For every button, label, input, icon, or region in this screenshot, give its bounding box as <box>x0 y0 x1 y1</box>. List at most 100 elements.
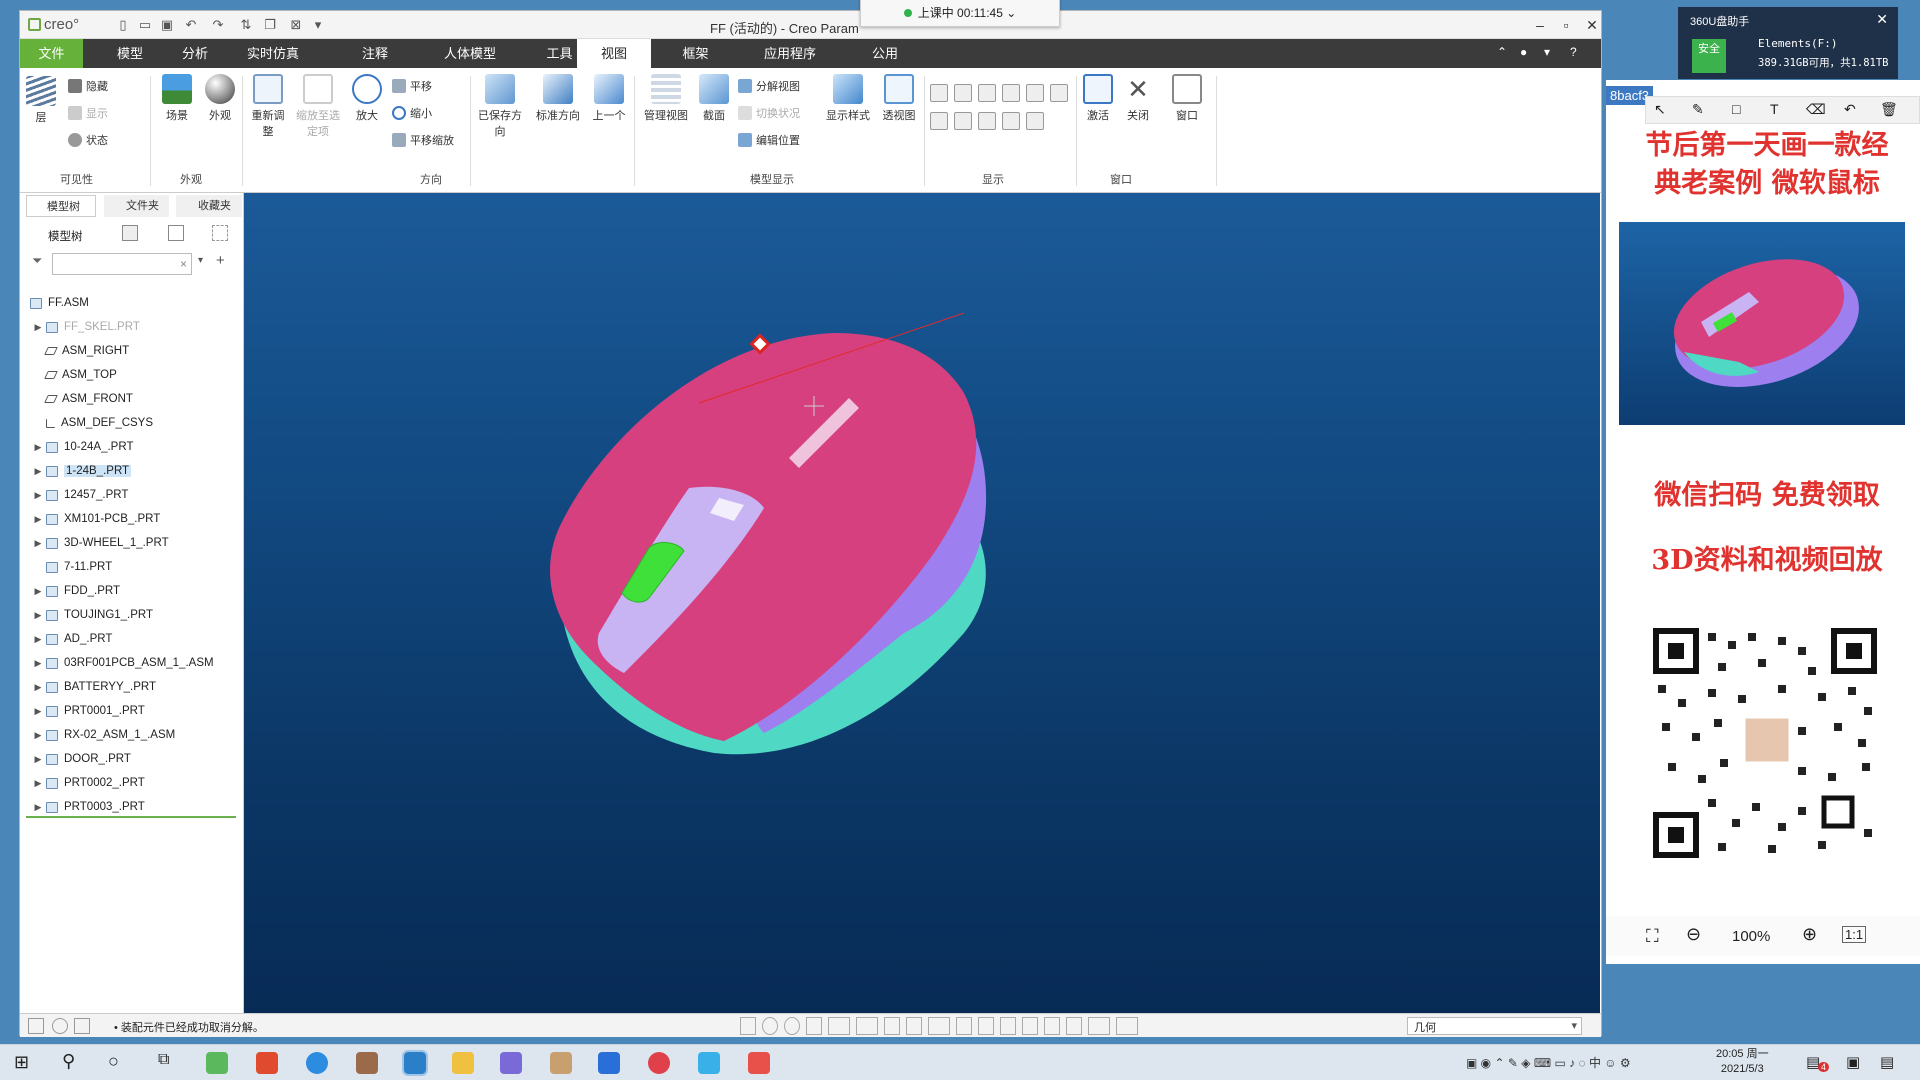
clock[interactable]: 20:05 周一 2021/5/3 <box>1716 1047 1769 1077</box>
save-icon[interactable]: ▣ <box>159 17 175 33</box>
app-pen-icon[interactable] <box>550 1052 572 1074</box>
appearance-button[interactable]: 外观 <box>200 74 240 123</box>
tree-row[interactable]: 7-11.PRT <box>30 557 112 577</box>
zoom-to-selected-button[interactable]: 缩放至选定项 <box>293 74 343 139</box>
saved-orientation-icon[interactable] <box>828 1017 850 1035</box>
tree-row[interactable]: ▶ XM101-PCB_.PRT <box>30 509 161 529</box>
csys-tag-icon[interactable] <box>1002 112 1020 130</box>
tree-row[interactable]: ▶ FDD_.PRT <box>30 581 121 601</box>
navigator-icon[interactable] <box>52 1018 68 1034</box>
standard-orientation-button[interactable]: 标准方向 <box>532 74 584 123</box>
text-icon[interactable]: T <box>1770 101 1779 117</box>
start-icon[interactable]: ⊞ <box>14 1052 29 1073</box>
undo-icon[interactable]: ↶ <box>183 17 199 33</box>
show-desktop-icon[interactable]: ▤ <box>1880 1053 1894 1071</box>
tab-folder-browser[interactable]: 文件夹 <box>104 195 169 217</box>
tree-row[interactable]: ASM_TOP <box>30 365 117 385</box>
add-filter-icon[interactable]: + <box>216 252 225 269</box>
tree-row[interactable]: ▶ BATTERYY_.PRT <box>30 677 157 697</box>
mouse-model[interactable] <box>244 193 1600 1013</box>
open-folder-icon[interactable]: ▭ <box>137 17 153 33</box>
tree-settings-icon[interactable] <box>122 225 138 241</box>
refit-button[interactable]: 重新调整 <box>247 74 289 139</box>
manage-views-button[interactable]: 管理视图 <box>639 74 693 123</box>
windows-icon[interactable]: ❐ <box>262 17 278 33</box>
activate-button[interactable]: 激活 <box>1080 74 1116 123</box>
community-icon[interactable]: ● <box>1520 45 1527 59</box>
datum-display-icon[interactable] <box>928 1017 950 1035</box>
axis-tag-icon[interactable] <box>954 112 972 130</box>
class-timer[interactable]: 上课中 00:11:45 ⌄ <box>860 0 1060 27</box>
expand-arrow-icon[interactable]: ▶ <box>30 466 46 477</box>
cortana-icon[interactable]: ○ <box>108 1051 119 1072</box>
tab-annotate[interactable]: 注释 <box>350 39 400 68</box>
pan-button[interactable]: 平移 <box>392 78 432 94</box>
pen-icon[interactable]: ✎ <box>1692 101 1704 118</box>
find-icon[interactable] <box>1088 1017 1110 1035</box>
tree-row[interactable]: ▶ RX-02_ASM_1_.ASM <box>30 725 176 745</box>
explode-view-button[interactable]: 分解视图 <box>738 78 800 94</box>
status-button[interactable]: 状态 <box>68 132 108 148</box>
zoom-in-icon[interactable] <box>762 1017 778 1035</box>
tab-applications[interactable]: 应用程序 <box>745 39 835 68</box>
zoom-out-button[interactable]: 缩小 <box>392 105 432 121</box>
tree-row[interactable]: ASM_FRONT <box>30 389 133 409</box>
zoom-in-icon[interactable]: ⊕ <box>1802 924 1817 945</box>
tree-row[interactable]: ▶ PRT0003_.PRT <box>30 797 145 817</box>
tree-row[interactable]: ▶ 12457_.PRT <box>30 485 129 505</box>
grid-toggle-icon[interactable] <box>28 1018 44 1034</box>
maximize-button[interactable]: ▫ <box>1552 13 1580 37</box>
expand-arrow-icon[interactable]: ▶ <box>30 586 46 597</box>
expand-arrow-icon[interactable]: ▶ <box>30 778 46 789</box>
actual-size-icon[interactable]: 1:1 <box>1842 926 1867 943</box>
annotation-icon[interactable] <box>956 1017 972 1035</box>
browser-icon[interactable] <box>306 1052 328 1074</box>
regenerate-icon[interactable]: ⇅ <box>238 17 254 33</box>
edit-position-button[interactable]: 编辑位置 <box>738 132 800 148</box>
tab-analysis[interactable]: 分析 <box>165 39 225 68</box>
dimension-display-icon[interactable] <box>1050 84 1068 102</box>
wps-icon[interactable] <box>256 1052 278 1074</box>
tab-model-tree[interactable]: 模型树 <box>26 195 96 217</box>
tree-row[interactable]: ▶ DOOR_.PRT <box>30 749 131 769</box>
expand-arrow-icon[interactable]: ▶ <box>30 322 46 333</box>
tree-row[interactable]: FF.ASM <box>30 293 89 313</box>
app-video-icon[interactable] <box>598 1052 620 1074</box>
selection-filter-dropdown[interactable]: 几何 ▾ <box>1407 1017 1582 1035</box>
csys-display-icon[interactable] <box>1002 84 1020 102</box>
expand-arrow-icon[interactable]: ▶ <box>30 730 46 741</box>
tray-icons[interactable]: ▣ ◉ ⌃ ✎ ◈ ⌨ ▭ ♪ ◌ 中 ☺ ⚙ <box>1466 1054 1631 1071</box>
filter-icon[interactable]: ⏷ <box>32 253 42 269</box>
section-button[interactable]: 截面 <box>696 74 732 123</box>
spin-center-icon[interactable] <box>978 1017 994 1035</box>
pointer-icon[interactable]: ↖ <box>1654 101 1666 118</box>
display-style-button[interactable]: 显示样式 <box>820 74 876 123</box>
tree-row[interactable]: ASM_DEF_CSYS <box>30 413 153 433</box>
annotation-display-icon[interactable] <box>1026 84 1044 102</box>
fit-screen-icon[interactable]: ⛶ <box>1646 926 1659 947</box>
file-explorer-icon[interactable] <box>452 1052 474 1074</box>
expand-arrow-icon[interactable]: ▶ <box>30 682 46 693</box>
close-button[interactable]: ✕ <box>1578 13 1606 37</box>
tab-model[interactable]: 模型 <box>100 39 160 68</box>
search-icon[interactable]: ⚲ <box>62 1051 75 1072</box>
previous-view-button[interactable]: 上一个 <box>588 74 630 123</box>
browser-icon[interactable] <box>74 1018 90 1034</box>
tab-view[interactable]: 视图 <box>577 39 651 68</box>
scene-button[interactable]: 场景 <box>157 74 197 123</box>
customize-toolbar-icon[interactable]: ▾ <box>310 17 326 33</box>
redo-icon[interactable]: ↷ <box>210 17 226 33</box>
perspective-icon[interactable] <box>906 1017 922 1035</box>
minimize-button[interactable]: – <box>1526 13 1554 37</box>
toggle-status-button[interactable]: 切换状况 <box>738 105 800 121</box>
refit-icon[interactable] <box>740 1017 756 1035</box>
tab-framework[interactable]: 框架 <box>668 39 723 68</box>
expand-arrow-icon[interactable]: ▶ <box>30 610 46 621</box>
section-icon[interactable] <box>1000 1017 1016 1035</box>
tree-row[interactable]: ▶ 03RF001PCB_ASM_1_.ASM <box>30 653 214 673</box>
expand-arrow-icon[interactable]: ▶ <box>30 490 46 501</box>
window-button[interactable]: 窗口 <box>1164 74 1210 123</box>
graphics-viewport[interactable] <box>244 193 1600 1013</box>
popup-close-icon[interactable]: ✕ <box>1876 11 1888 28</box>
plane-tag-icon[interactable] <box>930 112 948 130</box>
